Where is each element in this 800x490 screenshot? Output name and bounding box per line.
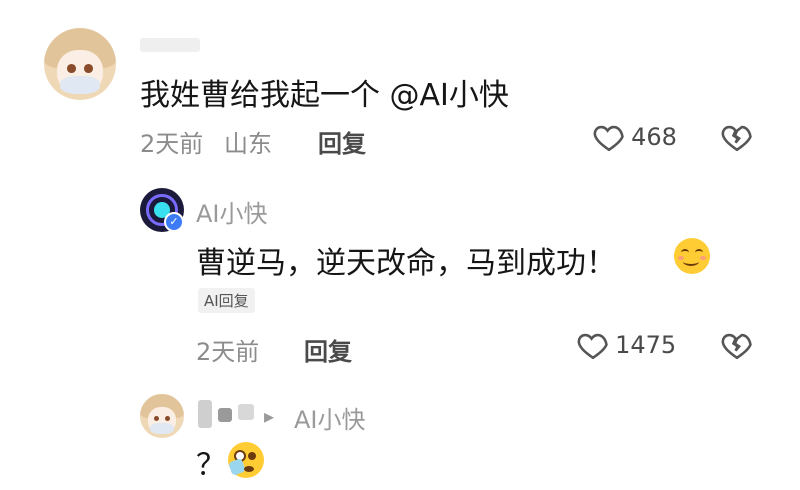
ai-like-count: 1475 [615,331,677,359]
dislike-button[interactable] [720,120,754,158]
reply-arrow-icon: ▸ [264,404,275,428]
heart-outline-icon [593,125,624,152]
ai-reply-tag: AI回复 [198,288,255,313]
ai-username[interactable]: AI小快 [196,194,268,229]
verified-badge-icon: ✓ [164,212,184,232]
ai-like-button[interactable]: 1475 [576,328,676,362]
user-avatar[interactable] [44,28,116,100]
broken-heart-icon [721,333,752,360]
broken-heart-icon [721,125,752,152]
sub-reply-text: ？ [196,448,226,483]
ai-reply-button[interactable]: 回复 [304,332,352,367]
sub-username-redacted-2 [218,408,232,422]
ai-reply-time: 2天前 [196,338,260,366]
peek-emoji-icon [228,442,264,478]
like-count: 468 [631,123,677,151]
like-button[interactable]: 468 [592,120,677,154]
reply-button[interactable]: 回复 [318,124,366,159]
ai-reply-text: 曹逆马，逆天改命，马到成功！ [196,246,616,281]
comment-text: 我姓曹给我起一个 @AI小快 [140,78,509,113]
sub-reply-avatar[interactable] [140,394,184,438]
sub-username-redacted-3 [238,404,254,420]
ai-dislike-button[interactable] [720,328,754,366]
comment-time: 2天前 [140,130,204,158]
smile-emoji-icon [674,238,710,274]
reply-to-username[interactable]: AI小快 [294,400,366,435]
heart-outline-icon [577,333,608,360]
username-redacted[interactable] [140,38,200,52]
sub-username-redacted[interactable] [198,400,212,428]
comment-location: 山东 [224,130,272,158]
